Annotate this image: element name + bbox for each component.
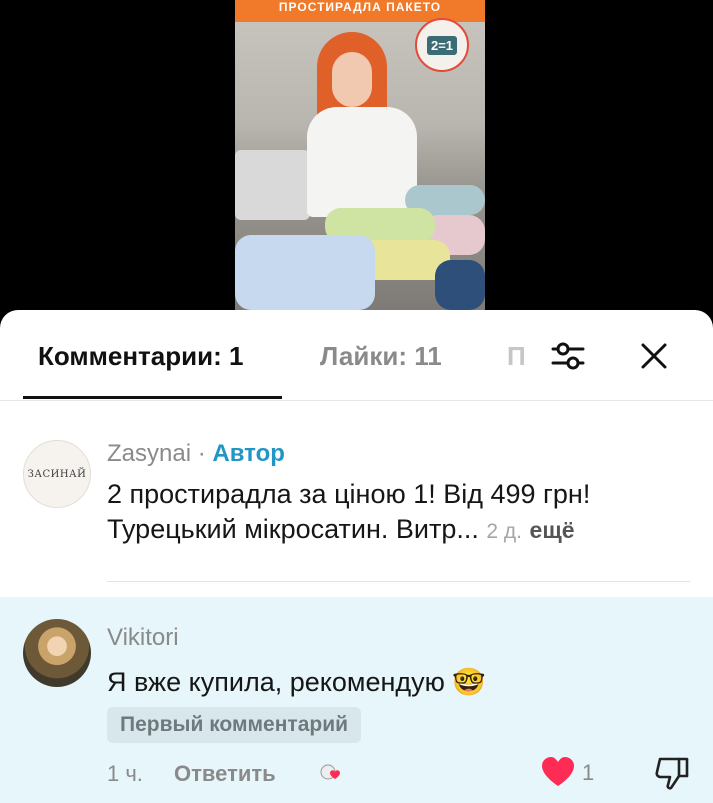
comment-item: Vikitori Я вже купила, рекомендую 🤓 Перв… <box>0 597 713 803</box>
comment-time: 1 ч. <box>107 761 143 786</box>
avatar[interactable] <box>23 619 91 687</box>
first-comment-badge: Первый комментарий <box>107 707 362 743</box>
promo-badge-text: 2=1 <box>426 35 458 55</box>
active-tab-indicator <box>23 396 282 399</box>
more-link[interactable]: ещё <box>530 517 575 543</box>
close-icon[interactable] <box>636 338 672 374</box>
video-thumbnail[interactable]: ПРОСТИРАДЛА ПАКЕТО 2=1 <box>235 0 485 310</box>
comment-text: Я вже купила, рекомендую 🤓 <box>107 667 486 697</box>
divider <box>107 581 690 582</box>
heart-icon[interactable] <box>540 756 576 788</box>
tab-next-partial[interactable]: П <box>507 340 526 372</box>
comment-username[interactable]: Zasynai <box>107 440 191 467</box>
sliders-icon[interactable] <box>550 338 586 374</box>
promo-badge: 2=1 <box>415 18 469 72</box>
avatar-logo-text: ЗАСИНАЙ <box>27 468 87 480</box>
comment-text-line2-wrap: Турецький мікросатин. Витр... 2 д. ещё <box>107 512 575 549</box>
separator-dot: · <box>191 440 213 467</box>
comment-username[interactable]: Vikitori <box>107 623 179 653</box>
comments-panel: Комментарии: 1 Лайки: 11 П ЗАСИНАЙ Zasyn… <box>0 310 713 803</box>
comment-text-line2: Турецький мікросатин. Витр... <box>107 514 479 544</box>
comment-author-line: Zasynai · Автор <box>107 439 285 469</box>
comment-text-line1: 2 простирадла за ціною 1! Від 499 грн! <box>107 479 591 509</box>
video-area[interactable]: ПРОСТИРАДЛА ПАКЕТО 2=1 <box>0 0 713 330</box>
author-badge: Автор <box>212 440 285 467</box>
tab-likes[interactable]: Лайки: 11 <box>320 340 442 372</box>
heart-sticker-icon[interactable] <box>316 761 352 789</box>
like-count: 1 <box>582 760 595 785</box>
avatar[interactable]: ЗАСИНАЙ <box>23 440 91 508</box>
comment-item: ЗАСИНАЙ Zasynai · Автор 2 простирадла за… <box>0 435 713 585</box>
tab-bar: Комментарии: 1 Лайки: 11 П <box>0 310 713 401</box>
folded-sheet <box>435 260 485 310</box>
comment-time: 2 д. <box>486 520 523 543</box>
thumbs-down-icon[interactable] <box>652 753 692 793</box>
folded-sheet <box>235 235 375 310</box>
tab-comments[interactable]: Комментарии: 1 <box>38 340 243 372</box>
reply-button[interactable]: Ответить <box>174 760 276 788</box>
like-button[interactable]: 1 <box>540 756 610 790</box>
